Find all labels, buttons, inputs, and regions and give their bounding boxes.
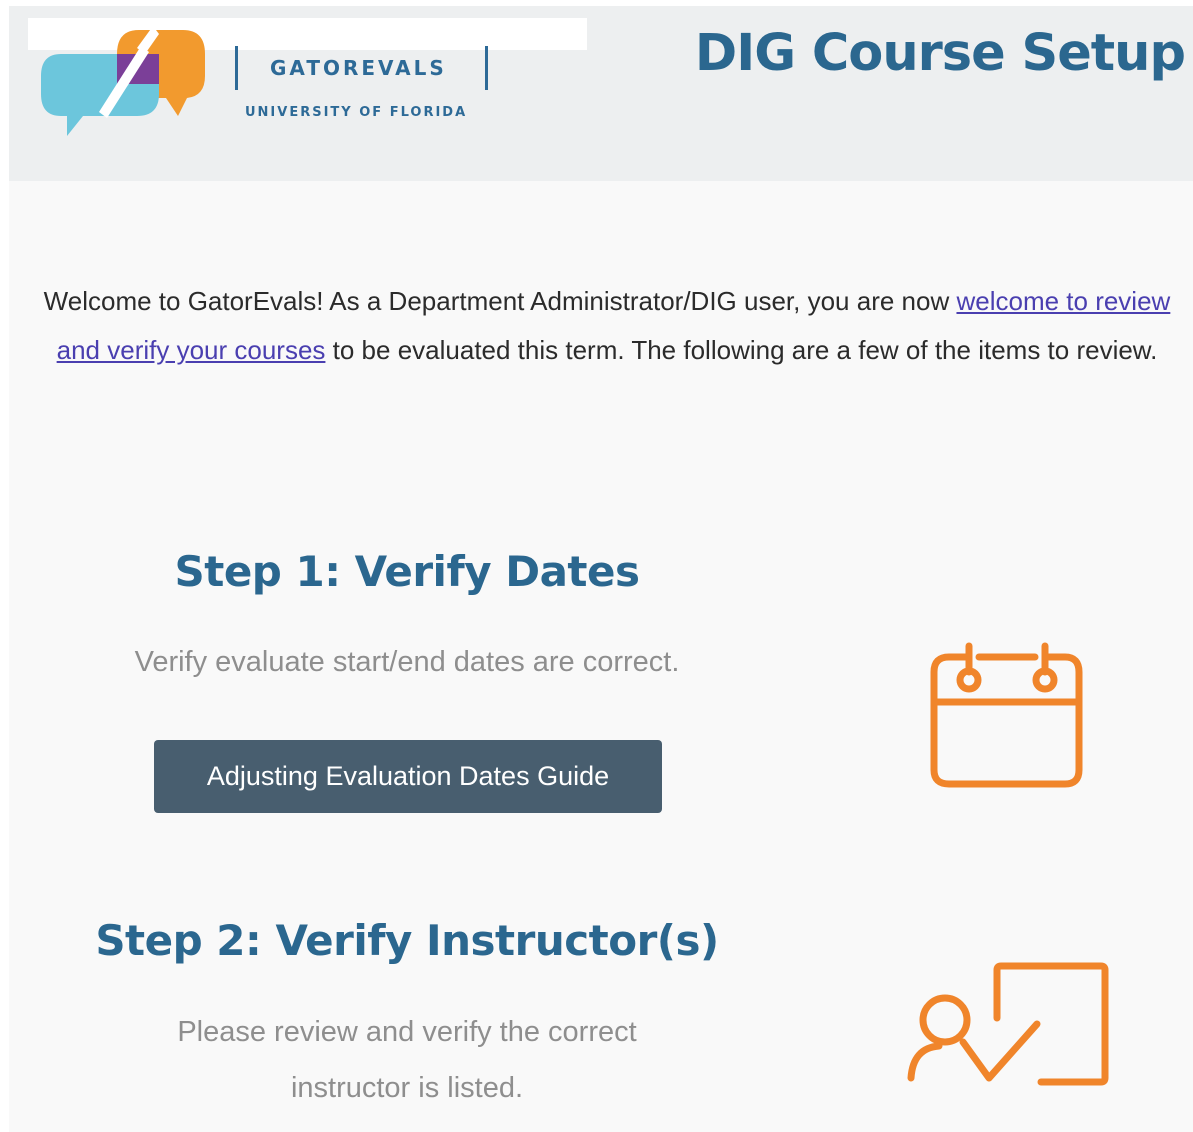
- logo-wordmark: GATOREVALS: [270, 56, 447, 80]
- intro-text: Welcome to GatorEvals! As a Department A…: [27, 277, 1187, 375]
- page-frame: GATOREVALS UNIVERSITY OF FLORIDA DIG Cou…: [9, 6, 1193, 1132]
- logo-divider-left: [235, 46, 238, 90]
- step-2-description-line-1: Please review and verify the correct: [177, 1016, 637, 1048]
- step-2-title: Step 2: Verify Instructor(s): [95, 916, 719, 965]
- step-1-description: Verify evaluate start/end dates are corr…: [134, 646, 680, 678]
- instructor-check-icon: [907, 962, 1109, 1086]
- intro-text-before: Welcome to GatorEvals! As a Department A…: [43, 286, 957, 316]
- logo-divider-right: [485, 46, 488, 90]
- gatorevals-logo-icon: [41, 26, 205, 136]
- evaluation-dates-guide-button[interactable]: Adjusting Evaluation Dates Guide: [154, 740, 662, 813]
- intro-text-after: to be evaluated this term. The following…: [325, 335, 1158, 365]
- header: GATOREVALS UNIVERSITY OF FLORIDA DIG Cou…: [9, 6, 1193, 181]
- logo-subtitle: UNIVERSITY OF FLORIDA: [245, 105, 468, 120]
- step-2-description-line-2: instructor is listed.: [290, 1072, 524, 1104]
- page-title: DIG Course Setup: [694, 24, 1186, 83]
- calendar-icon: [930, 642, 1083, 788]
- step-1-title: Step 1: Verify Dates: [174, 547, 640, 596]
